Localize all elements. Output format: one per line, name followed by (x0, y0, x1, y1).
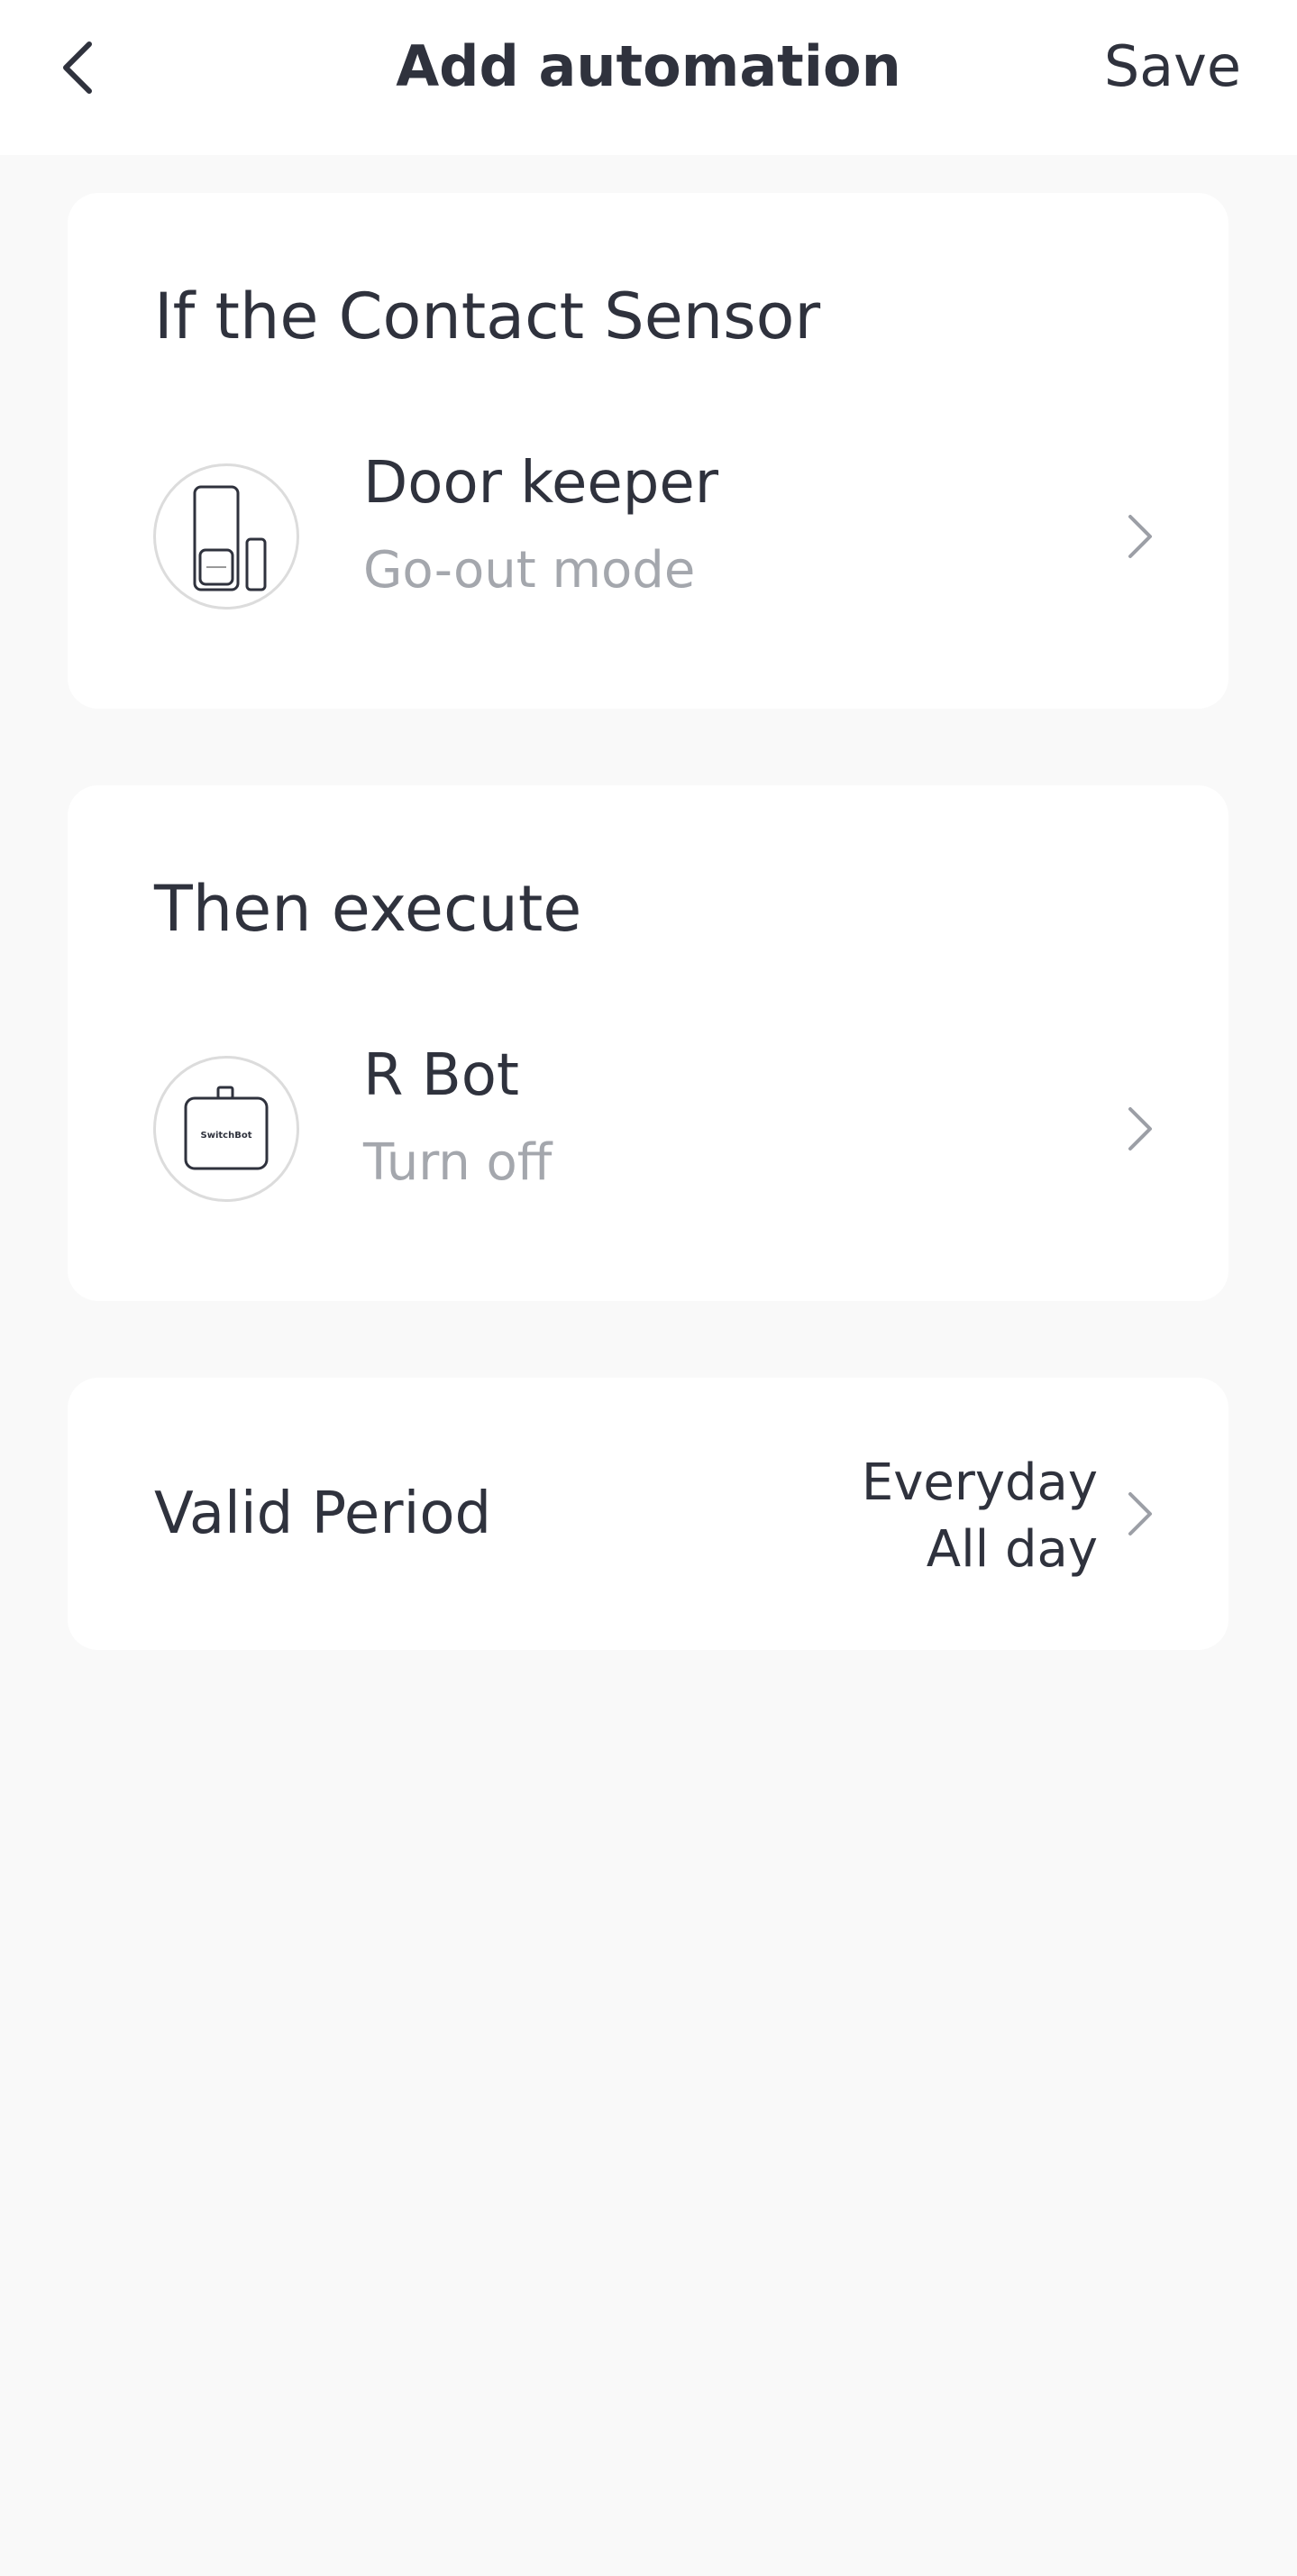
page-title: Add automation (396, 33, 901, 99)
switchbot-bot-icon: SwitchBot (184, 1086, 269, 1170)
trigger-heading: If the Contact Sensor (154, 280, 821, 353)
trigger-card: If the Contact Sensor Door keeper Go-out… (68, 193, 1228, 709)
valid-period-label: Valid Period (154, 1481, 492, 1547)
action-device-state: Turn off (363, 1133, 553, 1192)
valid-period-days: Everyday (861, 1453, 1098, 1512)
action-card: Then execute SwitchBot R Bot Turn off (68, 785, 1228, 1301)
save-button[interactable]: Save (1104, 31, 1241, 103)
contact-sensor-icon (193, 485, 267, 591)
trigger-device-row[interactable]: Door keeper Go-out mode (68, 450, 1228, 617)
contact-sensor-avatar (153, 463, 299, 610)
bot-logo-text: SwitchBot (201, 1131, 252, 1141)
chevron-right-icon (1122, 1102, 1158, 1156)
bot-avatar: SwitchBot (153, 1056, 299, 1202)
chevron-right-icon (1122, 1487, 1158, 1541)
valid-period-time: All day (926, 1520, 1098, 1579)
action-device-name: R Bot (363, 1042, 519, 1109)
action-heading: Then execute (154, 872, 582, 946)
valid-period-row[interactable]: Valid Period Everyday All day (68, 1378, 1228, 1650)
trigger-device-name: Door keeper (363, 450, 719, 517)
chevron-right-icon (1122, 509, 1158, 564)
trigger-device-state: Go-out mode (363, 541, 696, 600)
top-app-bar: Add automation Save (0, 0, 1297, 155)
action-device-row[interactable]: SwitchBot R Bot Turn off (68, 1042, 1228, 1209)
valid-period-value: Everyday All day (862, 1450, 1098, 1583)
